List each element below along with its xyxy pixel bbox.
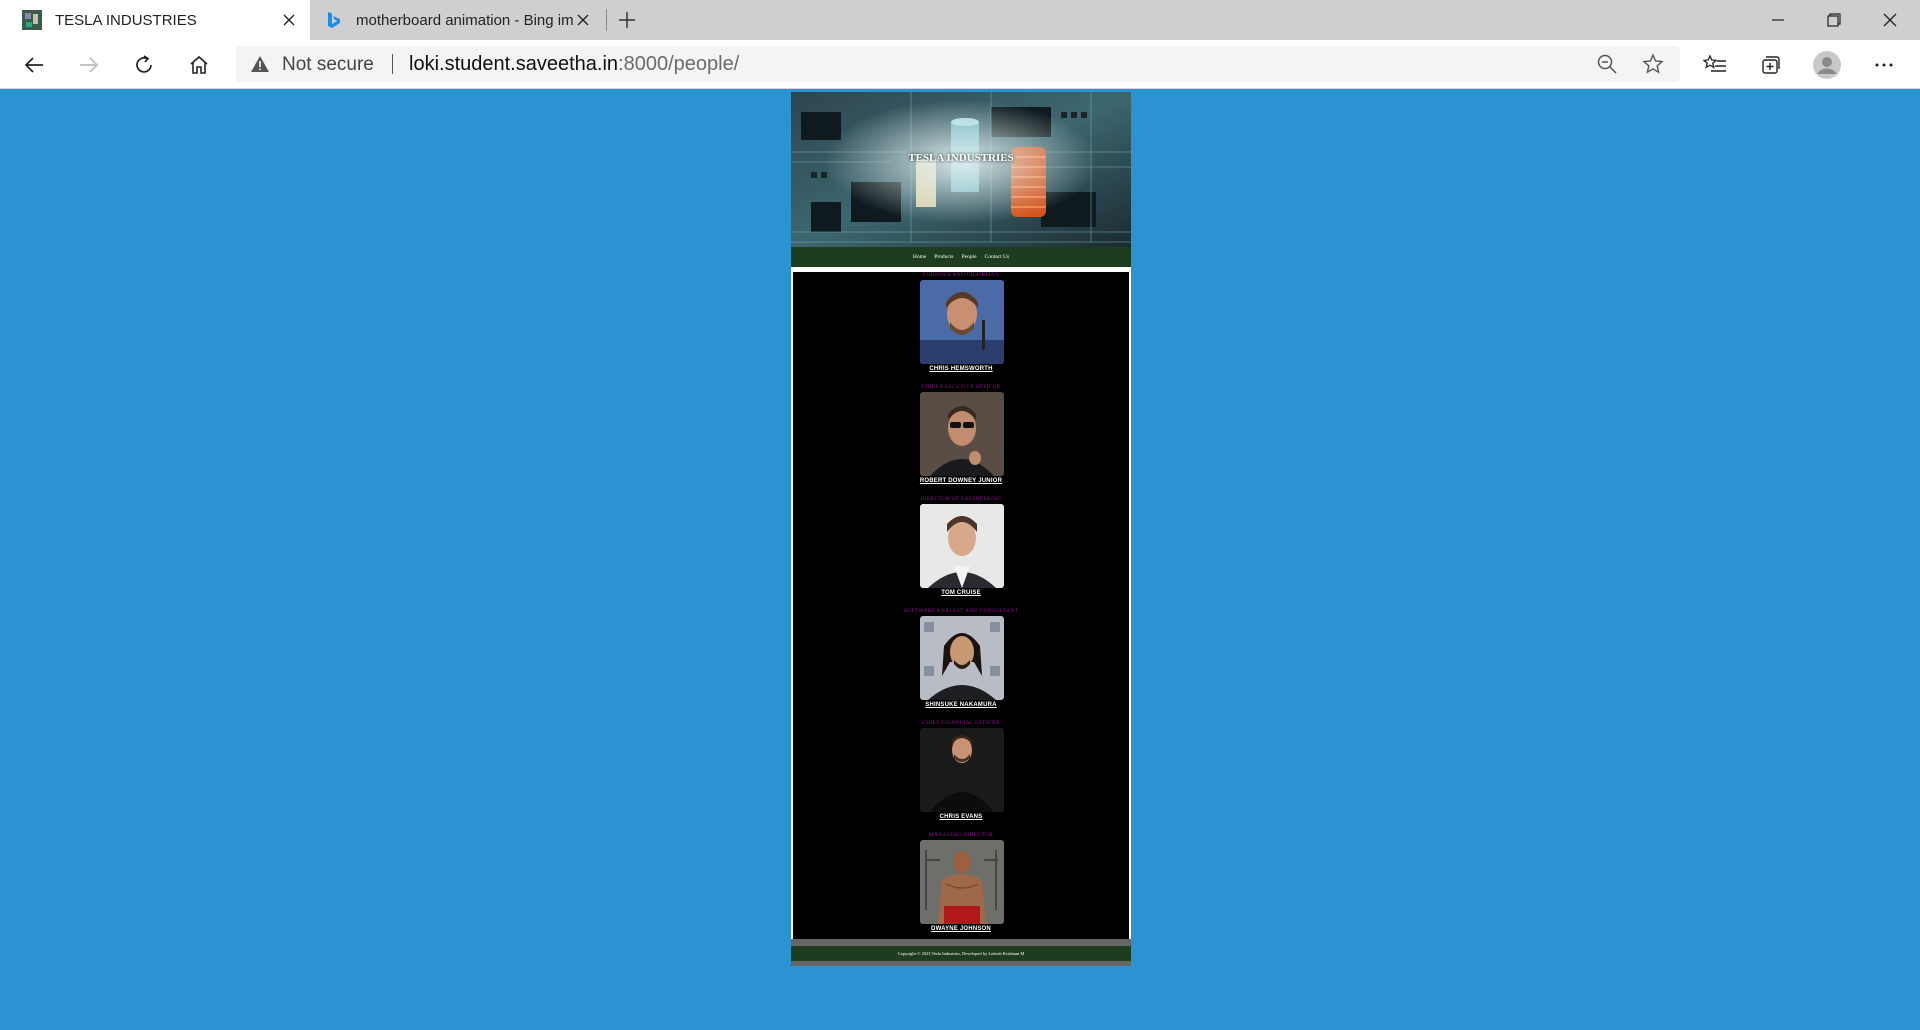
tab-title: motherboard animation - Bing images bbox=[356, 11, 574, 29]
forward-button[interactable] bbox=[72, 48, 106, 82]
person-role: CHIEF FINANCIAL OFFICER bbox=[922, 720, 1000, 726]
person-role: FOUNDER AND CHAIRMAN bbox=[922, 272, 1000, 278]
tab-title: TESLA INDUSTRIES bbox=[55, 11, 197, 29]
restore-button[interactable] bbox=[1806, 0, 1862, 40]
collections-icon bbox=[1762, 56, 1780, 74]
people-section: FOUNDER AND CHAIRMAN CHRIS HEMSWORTH CHI… bbox=[791, 272, 1131, 939]
person-name[interactable]: CHRIS EVANS bbox=[793, 814, 1129, 820]
motherboard-banner-image bbox=[791, 92, 1131, 247]
url-host: loki.student.saveetha.in bbox=[409, 53, 619, 75]
site-title: TESLA INDUSTRIES bbox=[908, 152, 1014, 164]
address-divider bbox=[392, 54, 393, 74]
address-bar[interactable]: Not secure loki.student.saveetha.in:8000… bbox=[236, 46, 1680, 82]
nav-link-contact-us[interactable]: Contact Us bbox=[985, 254, 1010, 260]
minimize-button[interactable] bbox=[1750, 0, 1806, 40]
close-tab-icon[interactable] bbox=[574, 11, 592, 29]
close-tab-icon[interactable] bbox=[280, 11, 298, 29]
browser-toolbar: Not secure loki.student.saveetha.in:8000… bbox=[0, 40, 1920, 89]
more-icon bbox=[1875, 63, 1893, 67]
person-card: DIRECTOR OF ENGINEERING TOM CRUISE bbox=[793, 496, 1129, 608]
refresh-button[interactable] bbox=[127, 48, 161, 82]
forward-arrow-icon bbox=[80, 57, 99, 73]
security-label[interactable]: Not secure bbox=[282, 54, 374, 76]
person-card: CHIEF EXECUTIVE OFFICER ROBERT DOWNEY JU… bbox=[793, 384, 1129, 496]
favorite-button[interactable] bbox=[1642, 53, 1664, 80]
person-card: FOUNDER AND CHAIRMAN CHRIS HEMSWORTH bbox=[793, 272, 1129, 384]
zoom-button[interactable] bbox=[1596, 53, 1618, 80]
avatar-icon bbox=[1813, 51, 1841, 79]
person-role: SOFTWARE ANALYST AND CONSULTANT bbox=[903, 608, 1019, 614]
person-photo bbox=[920, 392, 1004, 476]
site-favicon-icon bbox=[22, 10, 42, 30]
zoom-out-icon bbox=[1597, 54, 1617, 74]
person-photo bbox=[920, 280, 1004, 364]
person-role: DIRECTOR OF ENGINEERING bbox=[920, 496, 1002, 502]
close-icon bbox=[1883, 13, 1897, 27]
copyright-text: Copyright © 2023 Tesla Industries, Devel… bbox=[897, 951, 1025, 956]
web-page: TESLA INDUSTRIES Home Products People Co… bbox=[791, 92, 1131, 966]
person-photo bbox=[920, 728, 1004, 812]
site-footer: Copyright © 2023 Tesla Industries, Devel… bbox=[791, 946, 1131, 961]
restore-icon bbox=[1827, 13, 1841, 27]
favorites-button[interactable] bbox=[1698, 48, 1732, 82]
person-card: MANAGING DIRECTOR DWAYNE JOHNSON bbox=[793, 832, 1129, 944]
header-banner: TESLA INDUSTRIES bbox=[791, 92, 1131, 247]
home-button[interactable] bbox=[182, 48, 216, 82]
person-role: MANAGING DIRECTOR bbox=[928, 832, 994, 838]
nav-link-people[interactable]: People bbox=[962, 254, 977, 260]
person-name[interactable]: CHRIS HEMSWORTH bbox=[793, 366, 1129, 372]
profile-button[interactable] bbox=[1810, 48, 1844, 82]
person-name[interactable]: ROBERT DOWNEY JUNIOR bbox=[793, 478, 1129, 484]
person-photo bbox=[920, 504, 1004, 588]
star-icon bbox=[1642, 53, 1664, 74]
tab-strip: TESLA INDUSTRIES motherboard animation -… bbox=[0, 0, 1920, 40]
person-name[interactable]: TOM CRUISE bbox=[793, 590, 1129, 596]
collections-button[interactable] bbox=[1754, 48, 1788, 82]
url-path: :8000/people/ bbox=[618, 53, 740, 75]
back-button[interactable] bbox=[17, 48, 51, 82]
site-nav: Home Products People Contact Us bbox=[791, 247, 1131, 267]
tab-tesla-industries[interactable]: TESLA INDUSTRIES bbox=[0, 0, 310, 40]
people-list: FOUNDER AND CHAIRMAN CHRIS HEMSWORTH CHI… bbox=[793, 272, 1129, 939]
tab-bing-images[interactable]: motherboard animation - Bing images bbox=[310, 0, 604, 40]
refresh-icon bbox=[136, 55, 152, 73]
new-tab-button[interactable] bbox=[614, 8, 640, 32]
close-window-button[interactable] bbox=[1862, 0, 1918, 40]
tab-divider bbox=[606, 9, 607, 31]
minimize-icon bbox=[1772, 19, 1784, 21]
plus-icon bbox=[619, 12, 635, 28]
person-photo bbox=[920, 616, 1004, 700]
person-name[interactable]: SHINSUKE NAKAMURA bbox=[793, 702, 1129, 708]
favorites-list-icon bbox=[1703, 54, 1726, 72]
person-card: SOFTWARE ANALYST AND CONSULTANT SHINSUKE… bbox=[793, 608, 1129, 720]
nav-link-home[interactable]: Home bbox=[913, 254, 926, 260]
person-name[interactable]: DWAYNE JOHNSON bbox=[793, 926, 1129, 932]
settings-menu-button[interactable] bbox=[1867, 48, 1901, 82]
bing-icon bbox=[328, 12, 340, 28]
person-role: CHIEF EXECUTIVE OFFICER bbox=[921, 384, 1001, 390]
url-text[interactable]: loki.student.saveetha.in:8000/people/ bbox=[409, 53, 739, 76]
warning-icon bbox=[251, 56, 269, 72]
person-photo bbox=[920, 840, 1004, 924]
person-card: CHIEF FINANCIAL OFFICER CHRIS EVANS bbox=[793, 720, 1129, 832]
home-icon bbox=[190, 55, 208, 74]
back-arrow-icon bbox=[24, 57, 43, 73]
nav-link-products[interactable]: Products bbox=[934, 254, 953, 260]
